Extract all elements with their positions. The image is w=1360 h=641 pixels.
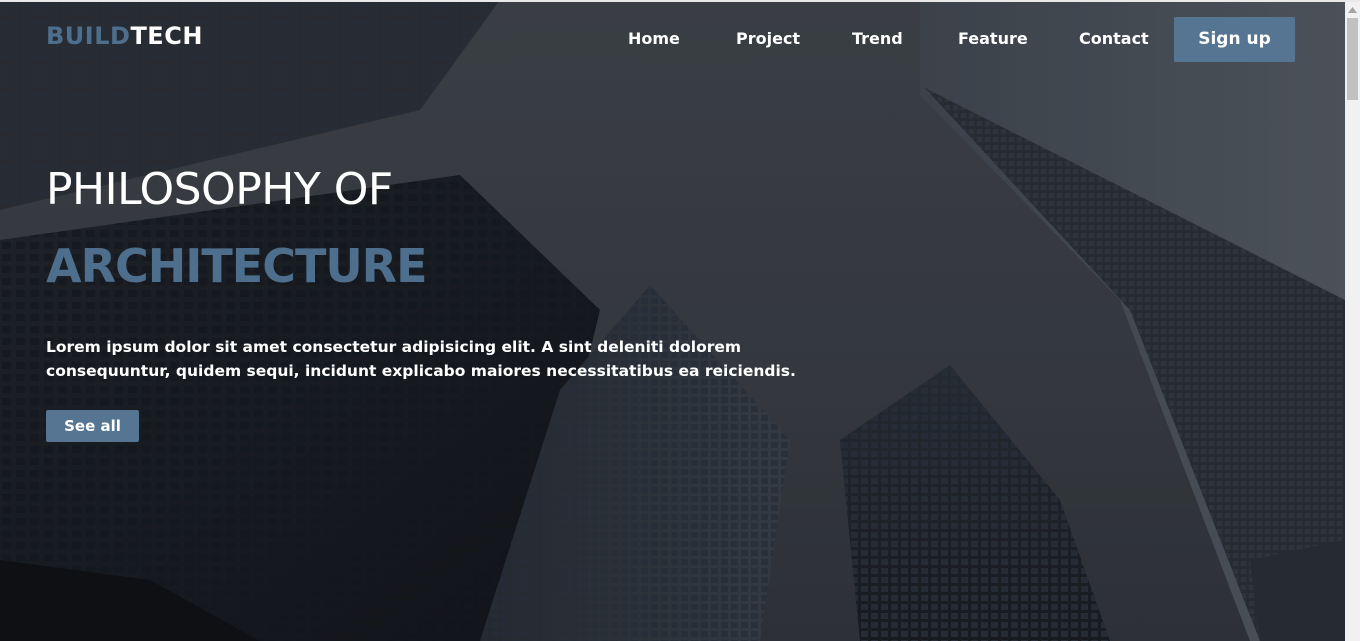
nav-link-project[interactable]: Project [736, 28, 800, 50]
nav-link-contact[interactable]: Contact [1079, 28, 1149, 50]
hero-description: Lorem ipsum dolor sit amet consectetur a… [46, 338, 796, 380]
hero-dark-overlay [0, 0, 1345, 641]
hero-title-line1: PHILOSOPHY OF [46, 164, 393, 215]
page: BUILDTECH Home Project Trend Feature Con… [0, 0, 1360, 641]
chevron-up-icon[interactable] [1345, 2, 1360, 17]
scrollbar-thumb[interactable] [1347, 18, 1358, 100]
navbar: BUILDTECH Home Project Trend Feature Con… [0, 0, 1345, 80]
nav-links: Home Project Trend Feature Contact [0, 28, 1345, 52]
window-top-border [0, 0, 1360, 2]
nav-link-trend[interactable]: Trend [852, 28, 903, 50]
see-all-button[interactable]: See all [46, 410, 139, 442]
hero-title-line2: ARCHITECTURE [46, 239, 428, 293]
signup-button[interactable]: Sign up [1174, 17, 1295, 62]
nav-link-feature[interactable]: Feature [958, 28, 1028, 50]
vertical-scrollbar[interactable] [1345, 0, 1360, 641]
nav-link-home[interactable]: Home [628, 28, 680, 50]
